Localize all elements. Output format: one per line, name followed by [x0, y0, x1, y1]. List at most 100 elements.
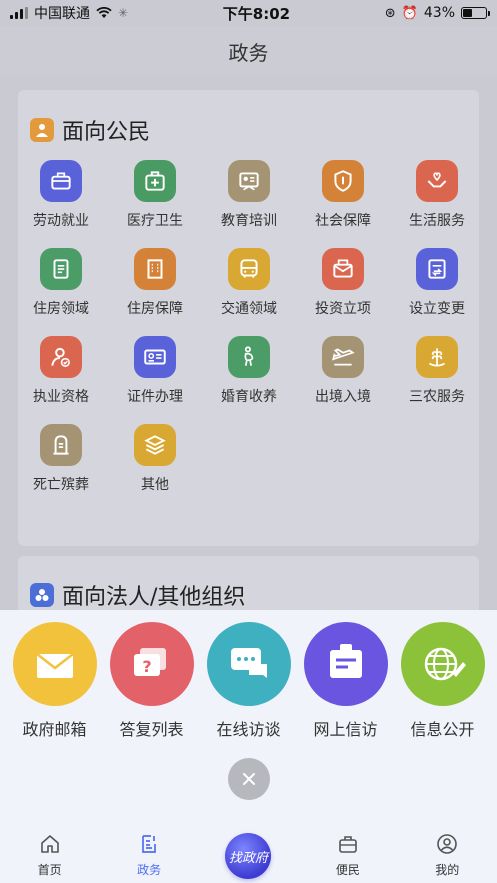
service-item[interactable]: 三农服务: [390, 336, 484, 406]
carrier-name: 中国联通: [34, 6, 90, 22]
service-item[interactable]: 婚育收养: [202, 336, 296, 406]
service-item[interactable]: 生活服务: [390, 160, 484, 230]
battery-icon: [461, 7, 490, 19]
loading-spinner-icon: ✳: [118, 6, 129, 20]
tab-find-government[interactable]: 找政府: [208, 825, 288, 879]
citizen-section-header: 面向公民: [18, 90, 479, 148]
service-label: 其他: [141, 477, 169, 493]
service-item[interactable]: 住房保障: [108, 248, 202, 318]
tab-convenience[interactable]: 便民: [308, 825, 388, 878]
service-label: 教育培训: [221, 213, 277, 229]
service-item[interactable]: 医疗卫生: [108, 160, 202, 230]
envelope-icon: [12, 622, 97, 706]
organization-icon: [30, 583, 54, 607]
service-label: 劳动就业: [33, 213, 89, 229]
citizen-services-grid: 劳动就业 医疗卫生 教育培训 社会保障 生活服务住房领域 住房保障 交通领域 投资立项 设立变更…: [14, 148, 479, 494]
building-icon: [134, 248, 176, 290]
pregnant-icon: [228, 336, 270, 378]
tab-profile[interactable]: 我的: [407, 825, 487, 878]
service-label: 死亡殡葬: [33, 477, 89, 493]
quick-action-question-chat[interactable]: ? 答复列表: [106, 622, 198, 740]
organization-services-card: 面向法人/其他组织: [18, 556, 479, 616]
service-item[interactable]: 住房领域: [14, 248, 108, 318]
tab-home[interactable]: 首页: [10, 825, 90, 878]
quick-action-globe-pen[interactable]: 信息公开: [397, 622, 489, 740]
quick-action-letter[interactable]: 网上信访: [300, 622, 392, 740]
service-label: 证件办理: [127, 389, 183, 405]
svg-text:?: ?: [142, 657, 151, 676]
service-label: 住房领域: [33, 301, 89, 317]
shield-icon: [322, 160, 364, 202]
service-label: 社会保障: [315, 213, 371, 229]
status-bar: 中国联通 ✳ 下午8:02 ⊛ ⏰ 43%: [0, 0, 497, 26]
quick-actions-row: 政府邮箱? 答复列表 在线访谈 网上信访 信息公开: [0, 622, 497, 740]
quick-action-label: 答复列表: [119, 720, 184, 739]
alarm-icon: ⏰: [401, 5, 418, 21]
close-icon: [243, 773, 255, 785]
service-item[interactable]: 社会保障: [296, 160, 390, 230]
service-label: 出境入境: [315, 389, 371, 405]
service-label: 医疗卫生: [127, 213, 183, 229]
quick-action-chat-bubbles[interactable]: 在线访谈: [203, 622, 295, 740]
service-label: 生活服务: [409, 213, 465, 229]
service-item[interactable]: 投资立项: [296, 248, 390, 318]
service-item[interactable]: 出境入境: [296, 336, 390, 406]
quick-action-envelope[interactable]: 政府邮箱: [9, 622, 101, 740]
tombstone-icon: [40, 424, 82, 466]
bottom-tab-bar: 首页 政务 找政府 便民 我的: [0, 825, 497, 883]
quick-actions-sheet: 政府邮箱? 答复列表 在线访谈 网上信访 信息公开 首页 政务 找政府 便民 我…: [0, 610, 497, 883]
service-label: 三农服务: [409, 389, 465, 405]
close-button[interactable]: [228, 758, 270, 800]
service-item[interactable]: 劳动就业: [14, 160, 108, 230]
service-item[interactable]: 交通领域: [202, 248, 296, 318]
layers-icon: [134, 424, 176, 466]
service-label: 设立变更: [409, 301, 465, 317]
briefcase-icon: [40, 160, 82, 202]
profile-icon: [434, 831, 460, 857]
tab-government[interactable]: 政务: [109, 825, 189, 878]
service-label: 交通领域: [221, 301, 277, 317]
tab-home-label: 首页: [37, 863, 62, 877]
citizen-icon: [30, 118, 54, 142]
battery-percent: 43%: [423, 5, 455, 21]
service-item[interactable]: 其他: [108, 424, 202, 494]
quick-action-label: 在线访谈: [216, 720, 281, 739]
service-label: 投资立项: [315, 301, 371, 317]
hands-heart-icon: [416, 160, 458, 202]
service-item[interactable]: 证件办理: [108, 336, 202, 406]
citizen-section-title: 面向公民: [62, 120, 151, 145]
orientation-lock-icon: ⊛: [384, 5, 396, 21]
org-section-header: 面向法人/其他组织: [18, 556, 479, 614]
mail-icon: [322, 248, 364, 290]
service-item[interactable]: 设立变更: [390, 248, 484, 318]
service-label: 执业资格: [33, 389, 89, 405]
wheat-icon: [416, 336, 458, 378]
quick-action-label: 信息公开: [410, 720, 475, 739]
service-item[interactable]: 教育培训: [202, 160, 296, 230]
medical-kit-icon: [134, 160, 176, 202]
service-item[interactable]: 执业资格: [14, 336, 108, 406]
org-section-title: 面向法人/其他组织: [62, 585, 246, 610]
cellular-signal-icon: [10, 7, 28, 19]
government-icon: [136, 831, 162, 857]
chat-bubbles-icon: [206, 622, 291, 706]
house-document-icon: [40, 248, 82, 290]
globe-pen-icon: [400, 622, 485, 706]
tab-profile-label: 我的: [435, 863, 460, 877]
service-item[interactable]: 死亡殡葬: [14, 424, 108, 494]
status-time: 下午8:02: [222, 4, 291, 23]
toolbox-icon: [335, 831, 361, 857]
user-check-icon: [40, 336, 82, 378]
bus-icon: [228, 248, 270, 290]
airplane-icon: [322, 336, 364, 378]
home-icon: [37, 831, 63, 857]
find-government-icon: 找政府: [225, 833, 272, 879]
tab-government-label: 政务: [137, 863, 162, 877]
citizen-services-card: 面向公民 劳动就业 医疗卫生 教育培训 社会保障 生活服务住房领域 住房保障 交通领域 投资立…: [18, 90, 479, 546]
document-swap-icon: [416, 248, 458, 290]
service-label: 住房保障: [127, 301, 183, 317]
question-chat-icon: ?: [109, 622, 194, 706]
quick-action-label: 政府邮箱: [22, 720, 87, 739]
id-card-icon: [134, 336, 176, 378]
service-label: 婚育收养: [221, 389, 277, 405]
